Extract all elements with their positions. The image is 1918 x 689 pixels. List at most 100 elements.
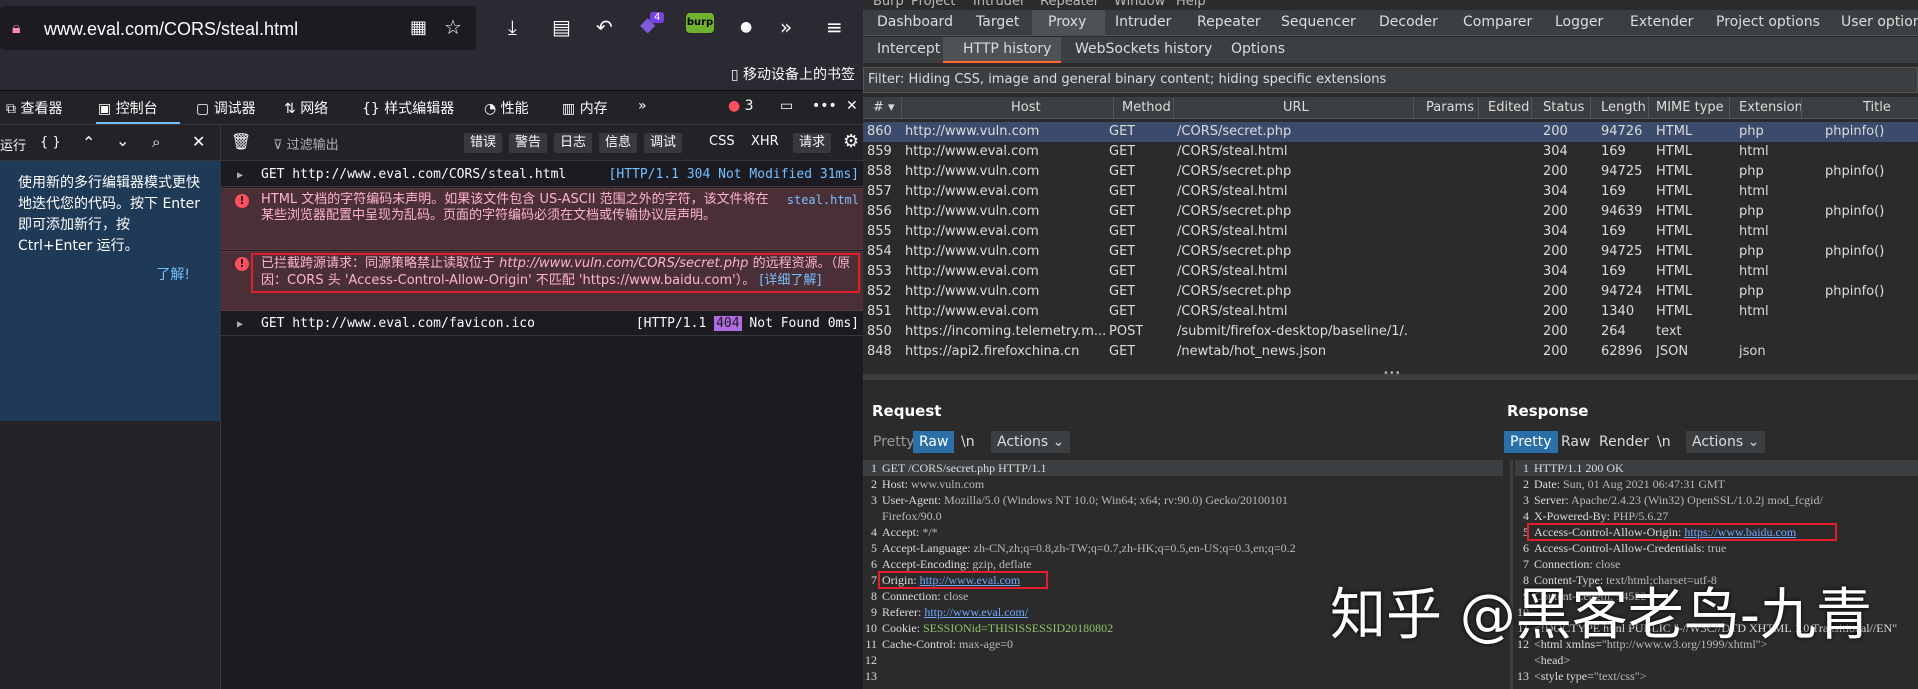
menu-repeater[interactable]: Repeater: [1040, 0, 1099, 9]
tab-intruder[interactable]: Intruder: [1115, 14, 1171, 30]
col-number[interactable]: # ▾: [873, 100, 895, 115]
col-status[interactable]: Status: [1543, 100, 1584, 115]
error-count[interactable]: ● 3: [728, 98, 754, 114]
history-row[interactable]: 860 http://www.vuln.com GET/CORS/secret.ph…: [863, 122, 1918, 142]
code-line[interactable]: 1 HTTP/1.1 200 OK: [1515, 460, 1918, 476]
response-tab-pretty[interactable]: Pretty: [1504, 431, 1558, 453]
col-edited[interactable]: Edited: [1488, 100, 1529, 115]
code-line[interactable]: 3 Server: Apache/2.4.23 (Win32) OpenSSL/1…: [1515, 492, 1918, 508]
tab-comparer[interactable]: Comparer: [1463, 14, 1532, 30]
response-tab-newline[interactable]: \n: [1651, 431, 1677, 453]
tab-inspector[interactable]: ⧉ 查看器: [6, 98, 62, 118]
subtab-websockets-history[interactable]: WebSockets history: [1075, 41, 1212, 57]
tab-style-editor[interactable]: {} 样式编辑器: [362, 98, 454, 118]
lock-icon[interactable]: 🔒︎: [12, 18, 21, 38]
filter-logs-button[interactable]: 日志: [554, 133, 593, 153]
chevron-down-icon[interactable]: ⌄: [116, 131, 129, 150]
tab-memory[interactable]: ▥ 内存: [562, 98, 608, 118]
message-status[interactable]: [HTTP/1.1 304 Not Modified 31ms]: [609, 167, 859, 183]
col-title[interactable]: Title: [1863, 100, 1891, 115]
tab-target[interactable]: Target: [976, 14, 1019, 30]
devtools-menu-icon[interactable]: •••: [812, 98, 837, 114]
tab-proxy[interactable]: Proxy: [1048, 14, 1086, 30]
burp-extension-icon[interactable]: burp: [686, 13, 714, 33]
request-actions-dropdown[interactable]: Actions ⌄: [991, 431, 1071, 453]
code-line[interactable]: 4 Accept: */*: [863, 524, 1503, 540]
tab-debugger[interactable]: ▢ 调试器: [196, 98, 256, 118]
console-message-error[interactable]: ! HTML 文档的字符编码未声明。如果该文件包含 US-ASCII 范围之外的…: [221, 188, 863, 250]
tab-project-options[interactable]: Project options: [1716, 14, 1820, 30]
back-arrow-icon[interactable]: ↶: [596, 17, 613, 37]
code-line[interactable]: 6 Access-Control-Allow-Credentials: true: [1515, 540, 1918, 556]
filter-xhr-button[interactable]: XHR: [751, 134, 779, 149]
subtab-intercept[interactable]: Intercept: [877, 41, 940, 57]
col-mime-type[interactable]: MIME type: [1656, 100, 1724, 115]
history-row[interactable]: 854 http://www.vuln.com GET/CORS/secret.ph…: [863, 242, 1918, 262]
tab-dashboard[interactable]: Dashboard: [877, 14, 953, 30]
tab-decoder[interactable]: Decoder: [1379, 14, 1438, 30]
col-url[interactable]: URL: [1283, 100, 1309, 115]
code-line[interactable]: <head>: [1515, 652, 1918, 668]
code-line[interactable]: 13: [863, 668, 1503, 684]
col-host[interactable]: Host: [1011, 100, 1041, 115]
learn-more-link[interactable]: 了解!: [156, 264, 190, 284]
tab-performance[interactable]: ◔ 性能: [484, 98, 529, 118]
code-line[interactable]: 13 <style type="text/css">: [1515, 668, 1918, 684]
search-icon[interactable]: ⌕: [152, 133, 160, 151]
col-length[interactable]: Length: [1601, 100, 1646, 115]
history-row[interactable]: 859 http://www.eval.com GET/CORS/steal.htm…: [863, 142, 1918, 162]
code-line[interactable]: 2 Host: www.vuln.com: [863, 476, 1503, 492]
history-row[interactable]: 858 http://www.vuln.com GET/CORS/secret.ph…: [863, 162, 1918, 182]
code-line[interactable]: 2 Date: Sun, 01 Aug 2021 06:47:31 GMT: [1515, 476, 1918, 492]
response-tab-raw[interactable]: Raw: [1555, 431, 1596, 453]
code-line[interactable]: 12: [863, 652, 1503, 668]
code-line[interactable]: 4 X-Powered-By: PHP/5.6.27: [1515, 508, 1918, 524]
qr-code-icon[interactable]: ▦: [410, 18, 427, 38]
history-row[interactable]: 850 https://incoming.telemetry.m... POST/s…: [863, 322, 1918, 342]
request-tab-raw[interactable]: Raw: [913, 431, 955, 453]
reader-view-icon[interactable]: ▤: [552, 17, 571, 37]
filter-warnings-button[interactable]: 警告: [509, 133, 548, 153]
splitter-handle-icon[interactable]: •••: [1383, 368, 1401, 379]
responsive-mode-icon[interactable]: ▭: [780, 98, 793, 114]
code-line[interactable]: 5 Accept-Language: zh-CN,zh;q=0.8,zh-TW;q…: [863, 540, 1503, 556]
tab-user-options[interactable]: User options: [1841, 14, 1918, 30]
expand-triangle-icon[interactable]: ▶: [237, 317, 243, 333]
console-message-log[interactable]: ▶ GET http://www.eval.com/favicon.ico [H…: [221, 312, 863, 336]
menu-window[interactable]: Window: [1114, 0, 1165, 9]
mobile-bookmarks[interactable]: ▯ 移动设备上的书签: [731, 64, 855, 84]
url-bar[interactable]: 🔒︎ www.eval.com/CORS/steal.html ▦ ☆: [0, 6, 476, 50]
subtab-http-history[interactable]: HTTP history: [963, 41, 1051, 57]
filter-bar[interactable]: Filter: Hiding CSS, image and general bi…: [863, 67, 1918, 93]
split-divider[interactable]: •••: [863, 368, 1918, 380]
request-tab-newline[interactable]: \n: [955, 431, 981, 453]
bookmark-star-icon[interactable]: ☆: [444, 17, 462, 37]
close-devtools-icon[interactable]: ✕: [846, 98, 858, 114]
menu-project[interactable]: Project: [911, 0, 955, 9]
tab-extender[interactable]: Extender: [1630, 14, 1693, 30]
menu-intruder[interactable]: Intruder: [973, 0, 1025, 9]
history-row[interactable]: 851 http://www.eval.com GET/CORS/steal.htm…: [863, 302, 1918, 322]
tab-console[interactable]: ▣ 控制台: [98, 98, 158, 118]
filter-requests-button[interactable]: 请求: [793, 133, 832, 153]
hamburger-menu-icon[interactable]: ≡: [826, 17, 843, 37]
tab-sequencer[interactable]: Sequencer: [1281, 14, 1356, 30]
code-line[interactable]: 3 User-Agent: Mozilla/5.0 (Windows NT 10.…: [863, 492, 1503, 508]
code-line[interactable]: Firefox/90.0: [863, 508, 1503, 524]
filter-output-input[interactable]: ⊽ 过滤输出: [273, 134, 339, 153]
console-message-log[interactable]: ▶ GET http://www.eval.com/CORS/steal.htm…: [221, 163, 863, 187]
history-row[interactable]: 857 http://www.eval.com GET/CORS/steal.htm…: [863, 182, 1918, 202]
col-params[interactable]: Params: [1426, 100, 1474, 115]
tab-repeater[interactable]: Repeater: [1197, 14, 1261, 30]
url-text[interactable]: www.eval.com/CORS/steal.html: [44, 19, 298, 40]
more-tabs-icon[interactable]: »: [638, 98, 647, 114]
overflow-icon[interactable]: »: [780, 17, 792, 37]
history-row[interactable]: 853 http://www.eval.com GET/CORS/steal.htm…: [863, 262, 1918, 282]
menu-burp[interactable]: Burp: [873, 0, 904, 9]
response-tab-render[interactable]: Render: [1593, 431, 1655, 453]
filter-errors-button[interactable]: 错误: [464, 133, 503, 153]
console-settings-gear-icon[interactable]: ⚙: [843, 131, 859, 152]
filter-debug-button[interactable]: 调试: [644, 133, 683, 153]
filter-info-button[interactable]: 信息: [599, 133, 638, 153]
history-row[interactable]: 856 http://www.vuln.com GET/CORS/secret.ph…: [863, 202, 1918, 222]
